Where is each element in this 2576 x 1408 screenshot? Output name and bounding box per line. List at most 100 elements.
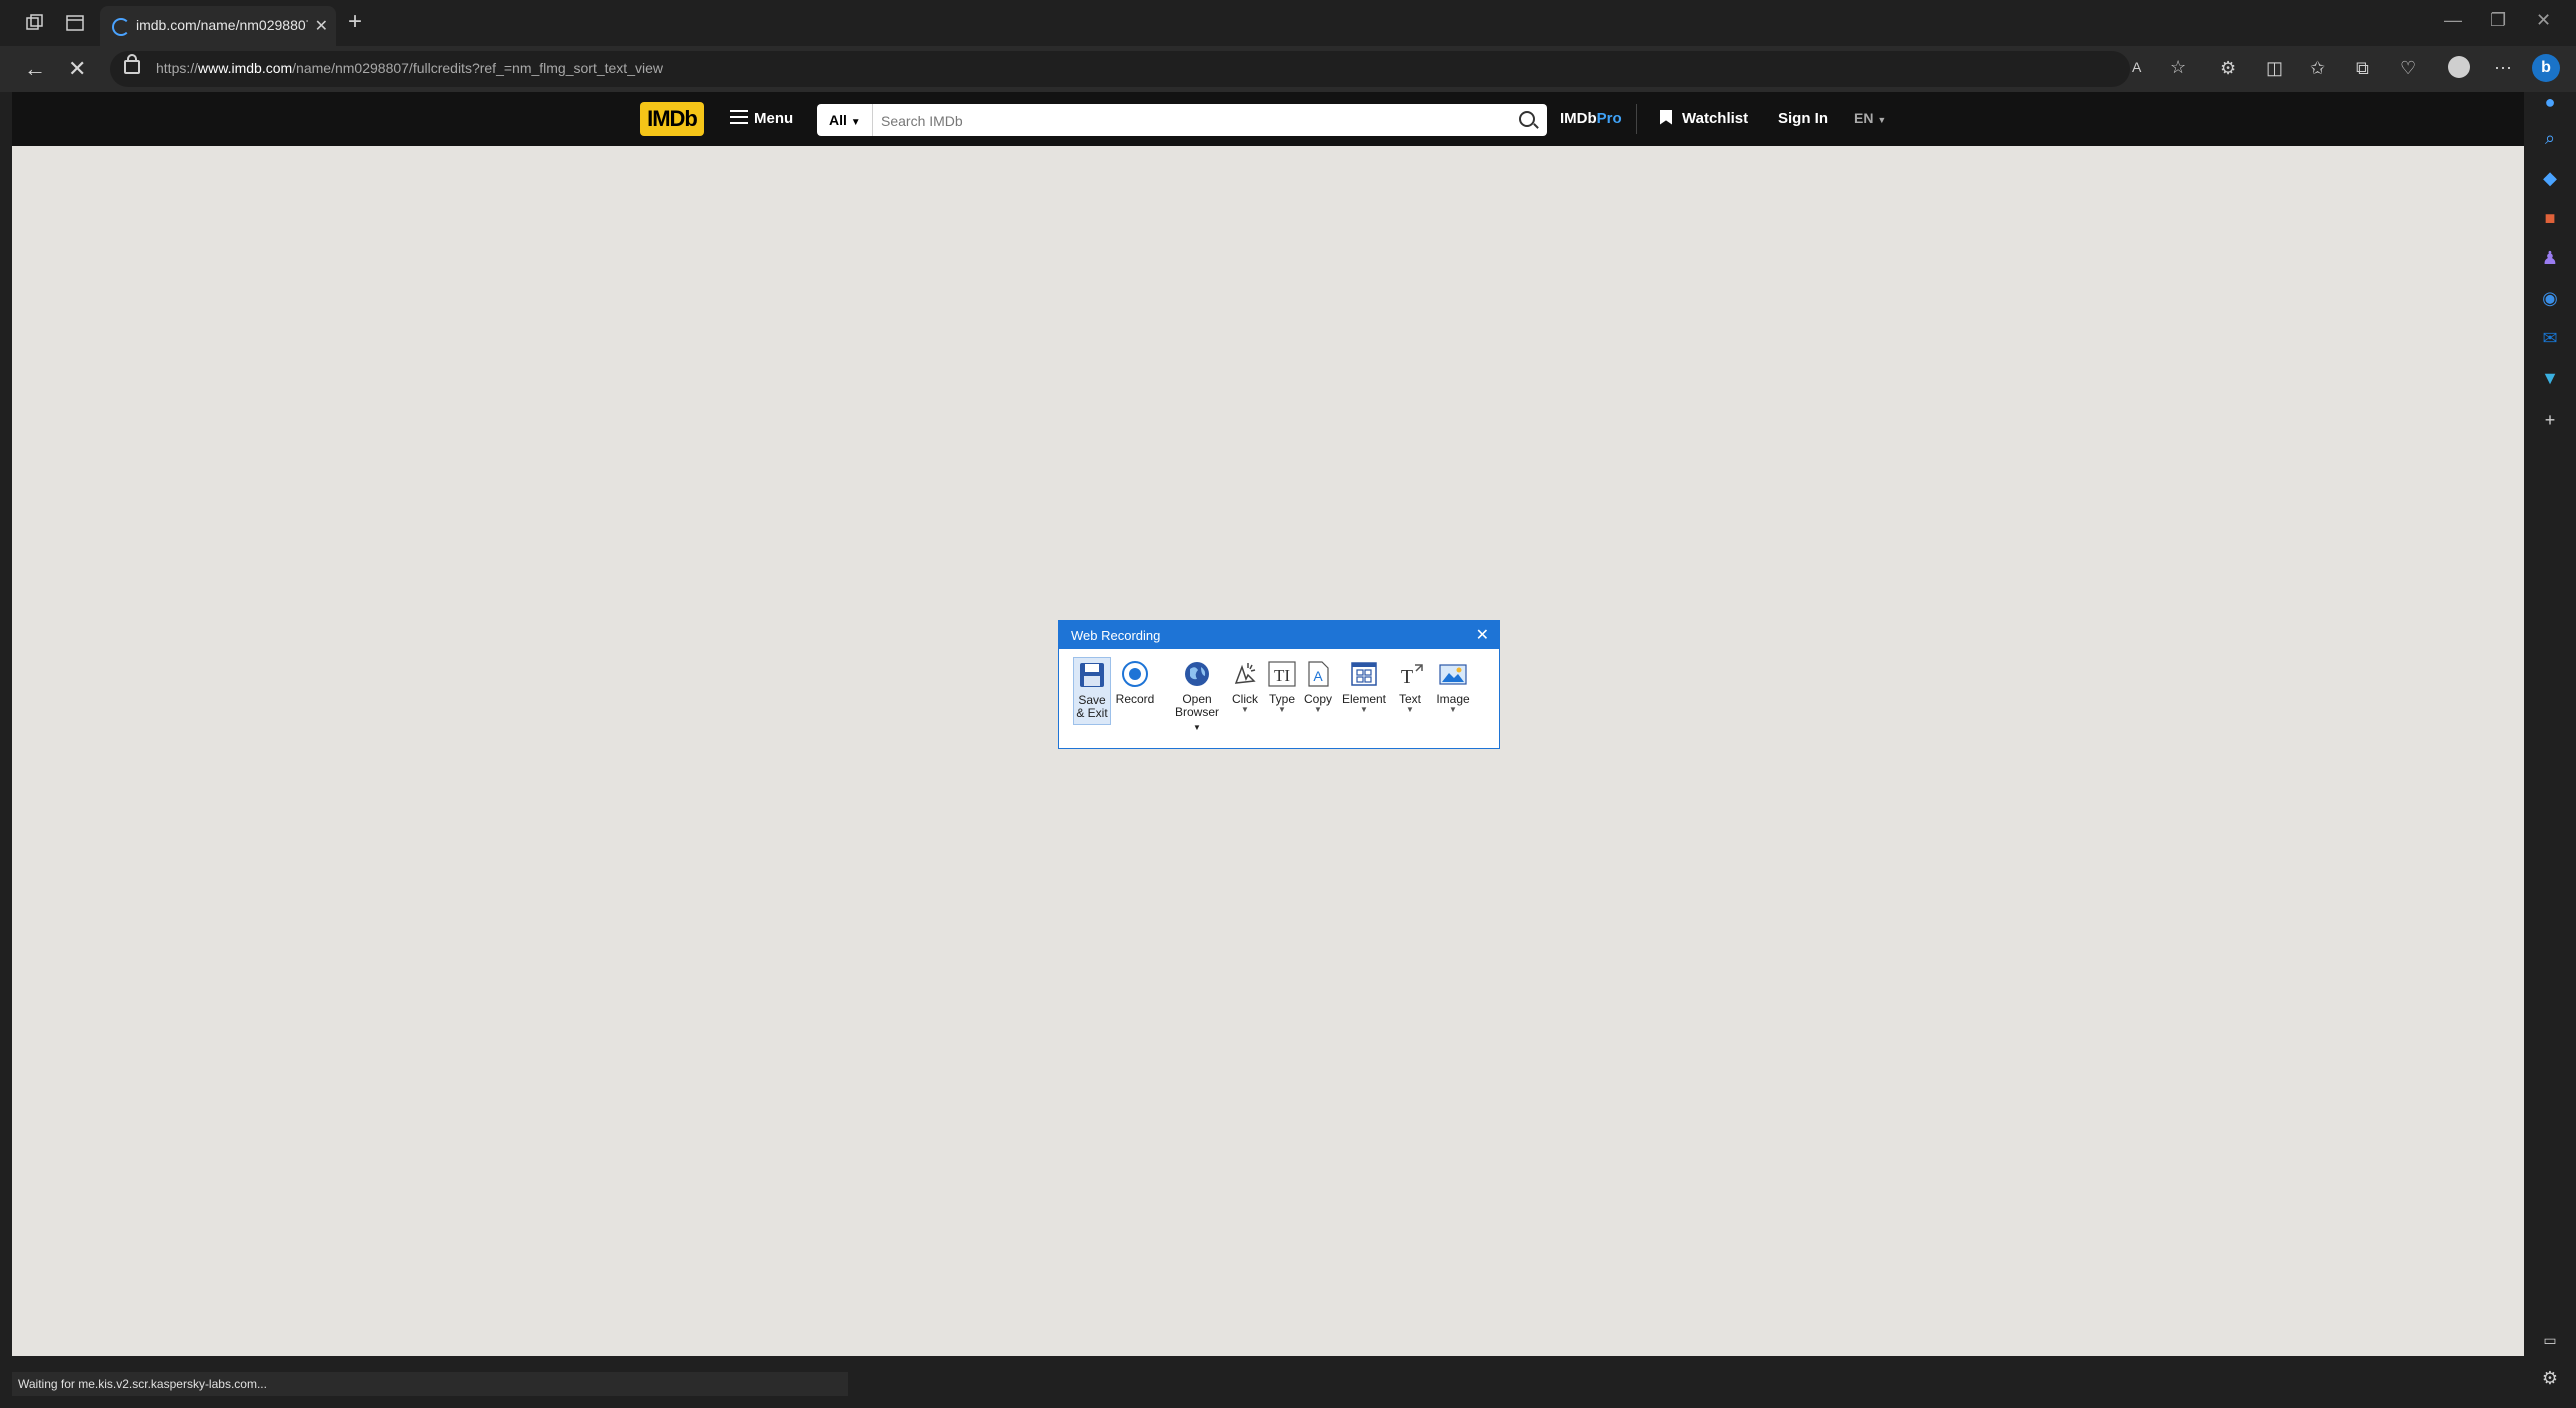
- url-text: https://www.imdb.com/name/nm0298807/full…: [156, 60, 663, 76]
- svg-text:A: A: [1313, 668, 1323, 684]
- minimize-icon[interactable]: —: [2444, 10, 2462, 31]
- copy-icon: A: [1308, 661, 1329, 687]
- active-tab[interactable]: imdb.com/name/nm0298807/fullcredits?ref_…: [100, 6, 336, 46]
- outlook-icon[interactable]: ✉: [2540, 328, 2560, 348]
- type-text-icon: TI: [1268, 661, 1296, 687]
- element-button[interactable]: Element ▼: [1339, 659, 1389, 714]
- address-bar: ← ✕ https://www.imdb.com/name/nm0298807/…: [0, 46, 2576, 92]
- click-button[interactable]: Click ▼: [1227, 659, 1263, 714]
- stop-loading-icon[interactable]: ✕: [68, 56, 86, 82]
- sign-in-link[interactable]: Sign In: [1778, 110, 1828, 127]
- header-divider: [1636, 104, 1637, 134]
- restore-icon[interactable]: ❐: [2490, 10, 2506, 31]
- text-label: Text: [1398, 692, 1421, 706]
- save-exit-label-1: Save: [1078, 693, 1106, 707]
- search-category-label: All: [829, 112, 847, 128]
- chevron-down-icon: ▼: [1278, 705, 1286, 714]
- search-category-dropdown[interactable]: All ▼: [817, 104, 873, 136]
- loading-spinner-icon: [112, 18, 130, 36]
- microsoft-365-icon[interactable]: ◉: [2540, 288, 2560, 308]
- browser-essentials-icon[interactable]: ♡: [2400, 58, 2416, 79]
- language-label: EN: [1854, 110, 1874, 126]
- chevron-down-icon: ▼: [1241, 705, 1249, 714]
- chevron-down-icon: ▼: [1314, 705, 1322, 714]
- bing-chat-icon[interactable]: b: [2532, 54, 2560, 82]
- profile-avatar[interactable]: [2448, 56, 2470, 78]
- sidebar-settings-icon[interactable]: ⚙: [2540, 1368, 2560, 1388]
- lock-icon[interactable]: [124, 54, 140, 74]
- workspaces-icon[interactable]: [24, 12, 46, 34]
- watchlist-button[interactable]: Watchlist: [1660, 102, 1748, 136]
- menu-button[interactable]: Menu: [730, 102, 793, 136]
- copy-label: Copy: [1303, 692, 1332, 706]
- split-screen-icon[interactable]: ◫: [2266, 58, 2283, 79]
- chevron-down-icon: ▼: [850, 117, 861, 128]
- image-button[interactable]: Image ▼: [1433, 659, 1473, 714]
- hide-sidebar-icon[interactable]: ▭: [2540, 1330, 2560, 1350]
- back-icon[interactable]: ←: [24, 56, 46, 82]
- open-browser-label-1: Open: [1182, 692, 1212, 706]
- open-browser-label-2: Browser: [1174, 705, 1219, 719]
- search-bar: All ▼: [817, 104, 1547, 136]
- notifications-icon[interactable]: ●: [2540, 92, 2560, 112]
- chevron-down-icon: ▼: [1877, 115, 1887, 125]
- watchlist-label: Watchlist: [1682, 110, 1749, 127]
- search-icon[interactable]: [1519, 111, 1535, 127]
- save-exit-label-2: & Exit: [1076, 706, 1108, 720]
- web-recording-dialog: Web Recording ✕ Save & Exit Record Open …: [1058, 620, 1500, 749]
- read-aloud-icon[interactable]: A: [2132, 59, 2141, 75]
- image-icon: [1439, 664, 1467, 685]
- type-button[interactable]: TI Type ▼: [1265, 659, 1299, 714]
- more-options-icon[interactable]: ⋯: [2494, 58, 2512, 79]
- close-icon[interactable]: ✕: [1476, 625, 1489, 645]
- tab-actions-icon[interactable]: [64, 12, 86, 34]
- globe-icon: [1185, 662, 1209, 686]
- imdbpro-link[interactable]: IMDbPro: [1560, 110, 1622, 127]
- imdb-header: IMDb Menu All ▼ IMDbPro Watchlist Sign I…: [12, 92, 2524, 146]
- dialog-titlebar[interactable]: Web Recording ✕: [1059, 621, 1499, 649]
- open-browser-button[interactable]: Open Browser ▼: [1171, 659, 1223, 734]
- collections-icon[interactable]: ⧉: [2356, 58, 2369, 79]
- record-icon: [1122, 661, 1148, 687]
- save-exit-button[interactable]: Save & Exit: [1073, 657, 1111, 725]
- text-button[interactable]: T Text ▼: [1393, 659, 1427, 714]
- menu-label: Menu: [754, 110, 794, 127]
- add-sidebar-app-icon[interactable]: +: [2540, 410, 2560, 430]
- dialog-title: Web Recording: [1071, 628, 1161, 643]
- favorite-star-icon[interactable]: ☆: [2170, 57, 2186, 78]
- shopping-tag-icon[interactable]: ◆: [2540, 168, 2560, 188]
- bookmark-plus-icon: [1660, 109, 1672, 125]
- drop-icon[interactable]: ▼: [2540, 368, 2560, 388]
- chevron-down-icon: ▼: [1360, 705, 1368, 714]
- close-tab-icon[interactable]: ✕: [315, 16, 328, 36]
- status-bar: Waiting for me.kis.v2.scr.kaspersky-labs…: [12, 1372, 848, 1396]
- url-path: /name/nm0298807/fullcredits?ref_=nm_flmg…: [292, 60, 663, 76]
- favorites-icon[interactable]: ✩: [2310, 58, 2325, 79]
- save-icon: [1080, 663, 1104, 687]
- tab-title: imdb.com/name/nm0298807/fullcredits?ref_…: [136, 17, 308, 33]
- record-button[interactable]: Record: [1113, 659, 1157, 706]
- imdb-logo[interactable]: IMDb: [640, 102, 704, 136]
- hamburger-icon: [730, 110, 748, 125]
- close-window-icon[interactable]: ✕: [2536, 10, 2551, 31]
- tools-icon[interactable]: ■: [2540, 208, 2560, 228]
- copy-button[interactable]: A Copy ▼: [1301, 659, 1335, 714]
- image-label: Image: [1436, 692, 1470, 706]
- extensions-icon[interactable]: ⚙: [2220, 58, 2236, 79]
- sidebar-search-icon[interactable]: ⌕: [2540, 128, 2560, 148]
- text-extract-icon: T: [1401, 664, 1423, 688]
- tab-bar: imdb.com/name/nm0298807/fullcredits?ref_…: [0, 0, 2576, 46]
- edge-sidebar: ● ⌕ ◆ ■ ♟ ◉ ✉ ▼ + ▭ ⚙: [2524, 92, 2576, 1408]
- imdbpro-pro-label: Pro: [1596, 110, 1622, 127]
- url-host: www.imdb.com: [198, 60, 293, 76]
- imdbpro-label: IMDb: [1560, 110, 1597, 127]
- search-input[interactable]: [879, 108, 1503, 134]
- games-icon[interactable]: ♟: [2540, 248, 2560, 268]
- language-selector[interactable]: EN ▼: [1854, 110, 1886, 126]
- chevron-down-icon: ▼: [1406, 705, 1414, 714]
- svg-text:T: T: [1401, 666, 1413, 688]
- new-tab-icon[interactable]: +: [348, 8, 362, 36]
- url-field[interactable]: https://www.imdb.com/name/nm0298807/full…: [110, 51, 2186, 87]
- record-label: Record: [1115, 692, 1155, 706]
- type-label: Type: [1268, 692, 1295, 706]
